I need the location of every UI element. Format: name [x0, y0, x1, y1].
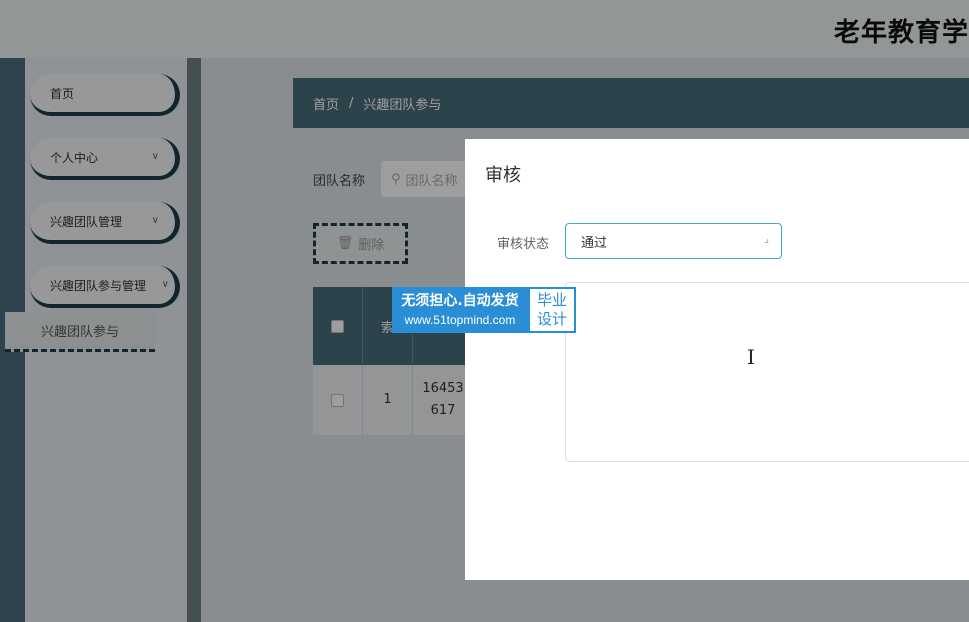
review-status-select[interactable]: 通过 ⌟ — [565, 223, 782, 259]
watermark-slogan: 无须担心.自动发货 — [401, 293, 519, 309]
resize-corner-icon: ⌟ — [763, 232, 769, 245]
watermark-right: 毕业 设计 — [528, 287, 576, 333]
watermark-right-line1: 毕业 — [536, 291, 567, 309]
review-status-label: 审核状态 — [497, 237, 550, 252]
text-cursor-icon: I — [747, 345, 755, 369]
watermark-url: www.51topmind.com — [404, 313, 516, 327]
review-dialog: 审核 审核状态 通过 ⌟ I — [465, 139, 969, 580]
watermark-right-line2: 设计 — [536, 310, 567, 328]
dialog-title: 审核 — [485, 165, 521, 186]
watermark-banner: 无须担心.自动发货 www.51topmind.com 毕业 设计 — [392, 287, 576, 333]
review-remark-textarea[interactable] — [565, 282, 969, 462]
review-status-value: 通过 — [581, 235, 608, 251]
watermark-left: 无须担心.自动发货 www.51topmind.com — [392, 287, 528, 333]
